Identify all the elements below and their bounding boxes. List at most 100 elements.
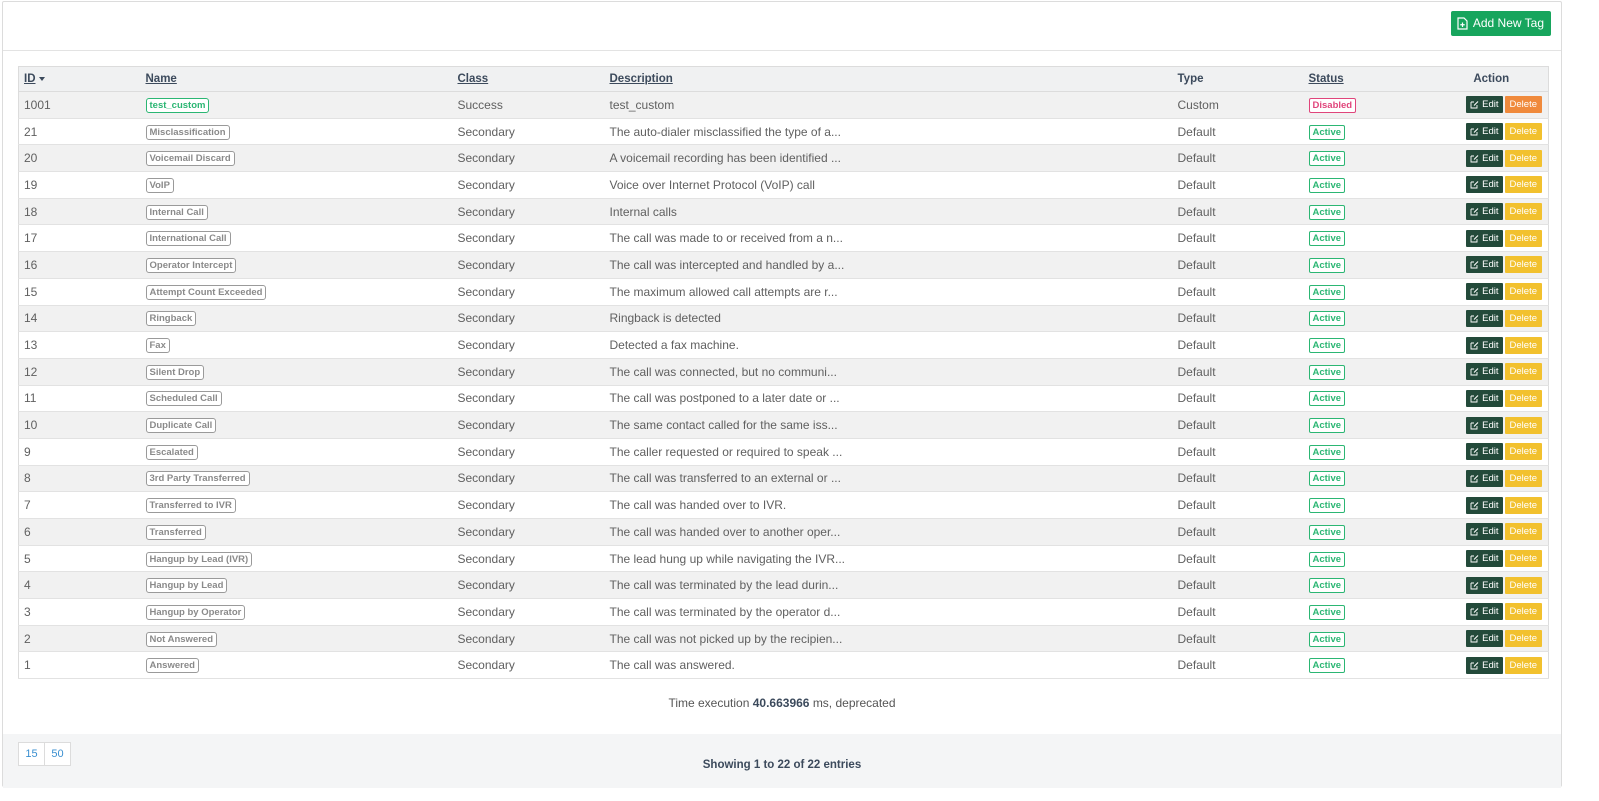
edit-button[interactable]: Edit bbox=[1466, 149, 1503, 167]
cell-description: The call was terminated by the lead duri… bbox=[604, 571, 1173, 600]
status-badge: Active bbox=[1308, 257, 1346, 273]
edit-button[interactable]: Edit bbox=[1466, 603, 1503, 621]
delete-button[interactable]: Delete bbox=[1504, 96, 1542, 114]
delete-button[interactable]: Delete bbox=[1504, 603, 1542, 621]
delete-label: Delete bbox=[1509, 206, 1537, 218]
column-header-action-label: Action bbox=[1473, 73, 1510, 85]
tag-name-badge: Escalated bbox=[145, 444, 198, 460]
delete-label: Delete bbox=[1509, 579, 1537, 591]
delete-label: Delete bbox=[1509, 472, 1537, 484]
column-header-name[interactable]: Name bbox=[140, 66, 453, 92]
delete-button[interactable]: Delete bbox=[1504, 336, 1542, 354]
edit-button[interactable]: Edit bbox=[1466, 630, 1503, 648]
row-id: 5 bbox=[24, 551, 31, 566]
edit-button[interactable]: Edit bbox=[1466, 496, 1503, 514]
cell-class: Secondary bbox=[452, 411, 605, 439]
edit-label: Edit bbox=[1482, 366, 1499, 378]
cell-status: Active bbox=[1303, 198, 1430, 226]
edit-button[interactable]: Edit bbox=[1466, 176, 1503, 194]
delete-button[interactable]: Delete bbox=[1504, 149, 1542, 167]
cell-type: Default bbox=[1172, 278, 1304, 306]
delete-label: Delete bbox=[1509, 366, 1537, 378]
table-row: 16 Operator Intercept Secondary The call wa… bbox=[18, 251, 1549, 279]
row-type: Default bbox=[1177, 364, 1216, 379]
cell-type: Default bbox=[1172, 651, 1304, 680]
delete-button[interactable]: Delete bbox=[1504, 309, 1542, 327]
edit-button[interactable]: Edit bbox=[1466, 229, 1503, 247]
delete-button[interactable]: Delete bbox=[1504, 203, 1542, 221]
table-row: 4 Hangup by Lead Secondary The call was ter… bbox=[18, 571, 1549, 600]
delete-button[interactable]: Delete bbox=[1504, 176, 1542, 194]
tag-name-badge: Silent Drop bbox=[145, 364, 205, 380]
cell-id: 13 bbox=[18, 331, 141, 359]
delete-button[interactable]: Delete bbox=[1504, 389, 1542, 407]
row-class: Secondary bbox=[457, 418, 515, 433]
table-row: 21 Misclassification Secondary The auto-dia… bbox=[18, 118, 1549, 146]
row-id: 21 bbox=[24, 124, 38, 139]
row-id: 12 bbox=[24, 364, 38, 379]
edit-label: Edit bbox=[1482, 179, 1499, 191]
edit-button[interactable]: Edit bbox=[1466, 309, 1503, 327]
edit-button[interactable]: Edit bbox=[1466, 443, 1503, 461]
delete-button[interactable]: Delete bbox=[1504, 123, 1542, 141]
cell-description: The lead hung up while navigating the IV… bbox=[604, 545, 1173, 573]
tag-name-badge: Misclassification bbox=[145, 124, 230, 140]
edit-button[interactable]: Edit bbox=[1466, 283, 1503, 301]
column-header-class[interactable]: Class bbox=[452, 66, 605, 92]
table-row: 11 Scheduled Call Secondary The call was po… bbox=[18, 385, 1549, 413]
cell-type: Default bbox=[1172, 251, 1304, 279]
row-class: Secondary bbox=[457, 124, 515, 139]
cell-id: 20 bbox=[18, 144, 141, 173]
row-id: 16 bbox=[24, 257, 38, 272]
table-row: 2 Not Answered Secondary The call was not p… bbox=[18, 625, 1549, 653]
delete-button[interactable]: Delete bbox=[1504, 630, 1542, 648]
delete-button[interactable]: Delete bbox=[1504, 469, 1542, 487]
edit-button[interactable]: Edit bbox=[1466, 336, 1503, 354]
row-type: Default bbox=[1177, 177, 1216, 192]
table-row: 17 International Call Secondary The call wa… bbox=[18, 224, 1549, 253]
column-header-description[interactable]: Description bbox=[604, 66, 1173, 92]
delete-button[interactable]: Delete bbox=[1504, 496, 1542, 514]
edit-button[interactable]: Edit bbox=[1466, 656, 1503, 674]
delete-button[interactable]: Delete bbox=[1504, 229, 1542, 247]
delete-button[interactable]: Delete bbox=[1504, 283, 1542, 301]
edit-button[interactable]: Edit bbox=[1466, 416, 1503, 434]
edit-button[interactable]: Edit bbox=[1466, 363, 1503, 381]
cell-actions: Edit Delete bbox=[1429, 545, 1549, 573]
edit-button[interactable]: Edit bbox=[1466, 203, 1503, 221]
row-type: Default bbox=[1177, 551, 1216, 566]
delete-button[interactable]: Delete bbox=[1504, 523, 1542, 541]
edit-button[interactable]: Edit bbox=[1466, 523, 1503, 541]
delete-button[interactable]: Delete bbox=[1504, 443, 1542, 461]
edit-button[interactable]: Edit bbox=[1466, 576, 1503, 594]
delete-label: Delete bbox=[1509, 499, 1537, 511]
delete-button[interactable]: Delete bbox=[1504, 256, 1542, 274]
column-header-status[interactable]: Status bbox=[1303, 66, 1430, 92]
cell-actions: Edit Delete bbox=[1429, 385, 1549, 413]
delete-button[interactable]: Delete bbox=[1504, 416, 1542, 434]
edit-label: Edit bbox=[1482, 499, 1499, 511]
delete-button[interactable]: Delete bbox=[1504, 550, 1542, 568]
column-header-id[interactable]: ID bbox=[18, 66, 141, 92]
column-header-type: Type bbox=[1172, 66, 1304, 92]
edit-button[interactable]: Edit bbox=[1466, 550, 1503, 568]
execution-time-suffix: ms, deprecated bbox=[812, 696, 896, 710]
cell-actions: Edit Delete bbox=[1429, 144, 1549, 173]
row-id: 11 bbox=[24, 391, 37, 406]
delete-button[interactable]: Delete bbox=[1504, 363, 1542, 381]
file-plus-icon bbox=[1457, 17, 1468, 30]
edit-button[interactable]: Edit bbox=[1466, 469, 1503, 487]
delete-button[interactable]: Delete bbox=[1504, 656, 1542, 674]
add-new-tag-button[interactable]: Add New Tag bbox=[1450, 11, 1551, 36]
edit-button[interactable]: Edit bbox=[1466, 389, 1503, 407]
row-type: Default bbox=[1177, 604, 1216, 619]
cell-name: Voicemail Discard bbox=[140, 144, 453, 173]
delete-label: Delete bbox=[1509, 179, 1537, 191]
edit-button[interactable]: Edit bbox=[1466, 123, 1503, 141]
column-header-class-label: Class bbox=[457, 73, 489, 85]
edit-button[interactable]: Edit bbox=[1466, 96, 1503, 114]
edit-button[interactable]: Edit bbox=[1466, 256, 1503, 274]
row-type: Default bbox=[1177, 204, 1216, 219]
edit-label: Edit bbox=[1482, 286, 1499, 298]
delete-button[interactable]: Delete bbox=[1504, 576, 1542, 594]
